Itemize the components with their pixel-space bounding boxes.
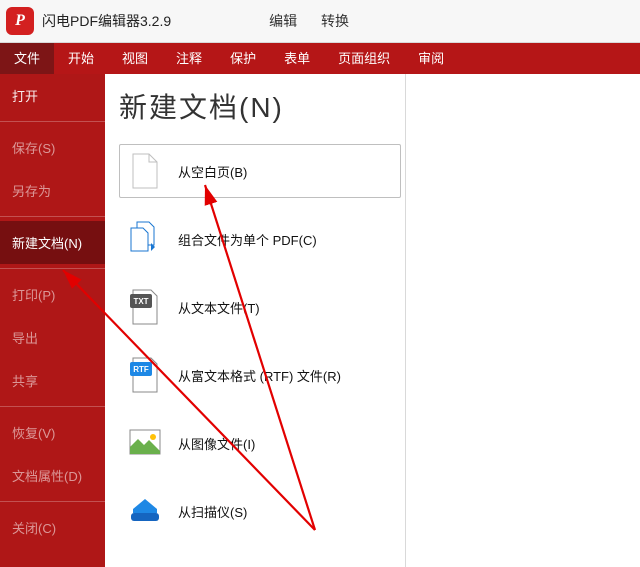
- option-from-image[interactable]: 从图像文件(I): [119, 416, 401, 470]
- side-open[interactable]: 打开: [0, 74, 105, 117]
- option-label: 组合文件为单个 PDF(C): [178, 230, 317, 249]
- option-label: 从图像文件(I): [178, 434, 255, 453]
- side-saveas[interactable]: 另存为: [0, 169, 105, 212]
- side-save[interactable]: 保存(S): [0, 126, 105, 169]
- txt-file-icon: TXT: [128, 287, 162, 327]
- menu-page-org[interactable]: 页面组织: [324, 43, 404, 74]
- option-from-scanner[interactable]: 从扫描仪(S): [119, 484, 401, 538]
- svg-text:RTF: RTF: [133, 365, 149, 374]
- side-new-doc[interactable]: 新建文档(N): [0, 221, 105, 264]
- combine-files-icon: [128, 219, 162, 259]
- sidebar: 打开 保存(S) 另存为 新建文档(N) 打印(P) 导出 共享 恢复(V) 文…: [0, 74, 105, 567]
- side-props[interactable]: 文档属性(D): [0, 454, 105, 497]
- app-title: 闪电PDF编辑器3.2.9: [42, 11, 171, 31]
- option-label: 从扫描仪(S): [178, 502, 247, 521]
- sidebar-divider: [0, 406, 105, 407]
- option-from-txt[interactable]: TXT 从文本文件(T): [119, 280, 401, 334]
- title-link-convert[interactable]: 转换: [313, 7, 357, 35]
- menu-start[interactable]: 开始: [54, 43, 108, 74]
- main: 新建文档(N) 从空白页(B): [105, 74, 640, 567]
- sidebar-divider: [0, 268, 105, 269]
- preview-area: [405, 74, 640, 567]
- menu-review[interactable]: 审阅: [404, 43, 458, 74]
- side-restore[interactable]: 恢复(V): [0, 411, 105, 454]
- menu-view[interactable]: 视图: [108, 43, 162, 74]
- option-label: 从富文本格式 (RTF) 文件(R): [178, 366, 341, 385]
- svg-text:TXT: TXT: [133, 297, 148, 306]
- option-label: 从空白页(B): [178, 162, 247, 181]
- menu-annotate[interactable]: 注释: [162, 43, 216, 74]
- title-link-edit[interactable]: 编辑: [261, 7, 305, 35]
- sidebar-divider: [0, 121, 105, 122]
- sidebar-divider: [0, 501, 105, 502]
- menu-file[interactable]: 文件: [0, 43, 54, 74]
- titlebar: P 闪电PDF编辑器3.2.9 编辑 转换: [0, 0, 640, 43]
- option-from-rtf[interactable]: RTF 从富文本格式 (RTF) 文件(R): [119, 348, 401, 402]
- side-print[interactable]: 打印(P): [0, 273, 105, 316]
- image-file-icon: [128, 423, 162, 463]
- side-close[interactable]: 关闭(C): [0, 506, 105, 549]
- sidebar-divider: [0, 216, 105, 217]
- option-from-blank[interactable]: 从空白页(B): [119, 144, 401, 198]
- side-share[interactable]: 共享: [0, 359, 105, 402]
- rtf-file-icon: RTF: [128, 355, 162, 395]
- menu-protect[interactable]: 保护: [216, 43, 270, 74]
- scanner-icon: [128, 491, 162, 531]
- option-combine-files[interactable]: 组合文件为单个 PDF(C): [119, 212, 401, 266]
- new-document-panel: 新建文档(N) 从空白页(B): [105, 74, 405, 567]
- menubar: 文件 开始 视图 注释 保护 表单 页面组织 审阅: [0, 43, 640, 74]
- blank-page-icon: [128, 151, 162, 191]
- body: 打开 保存(S) 另存为 新建文档(N) 打印(P) 导出 共享 恢复(V) 文…: [0, 74, 640, 567]
- app-logo-icon: P: [6, 7, 34, 35]
- menu-forms[interactable]: 表单: [270, 43, 324, 74]
- option-list: 从空白页(B) 组合文件为单个 PDF(C): [119, 144, 401, 538]
- title-links: 编辑 转换: [261, 7, 361, 35]
- side-export[interactable]: 导出: [0, 316, 105, 359]
- option-label: 从文本文件(T): [178, 298, 260, 317]
- panel-title: 新建文档(N): [119, 86, 401, 126]
